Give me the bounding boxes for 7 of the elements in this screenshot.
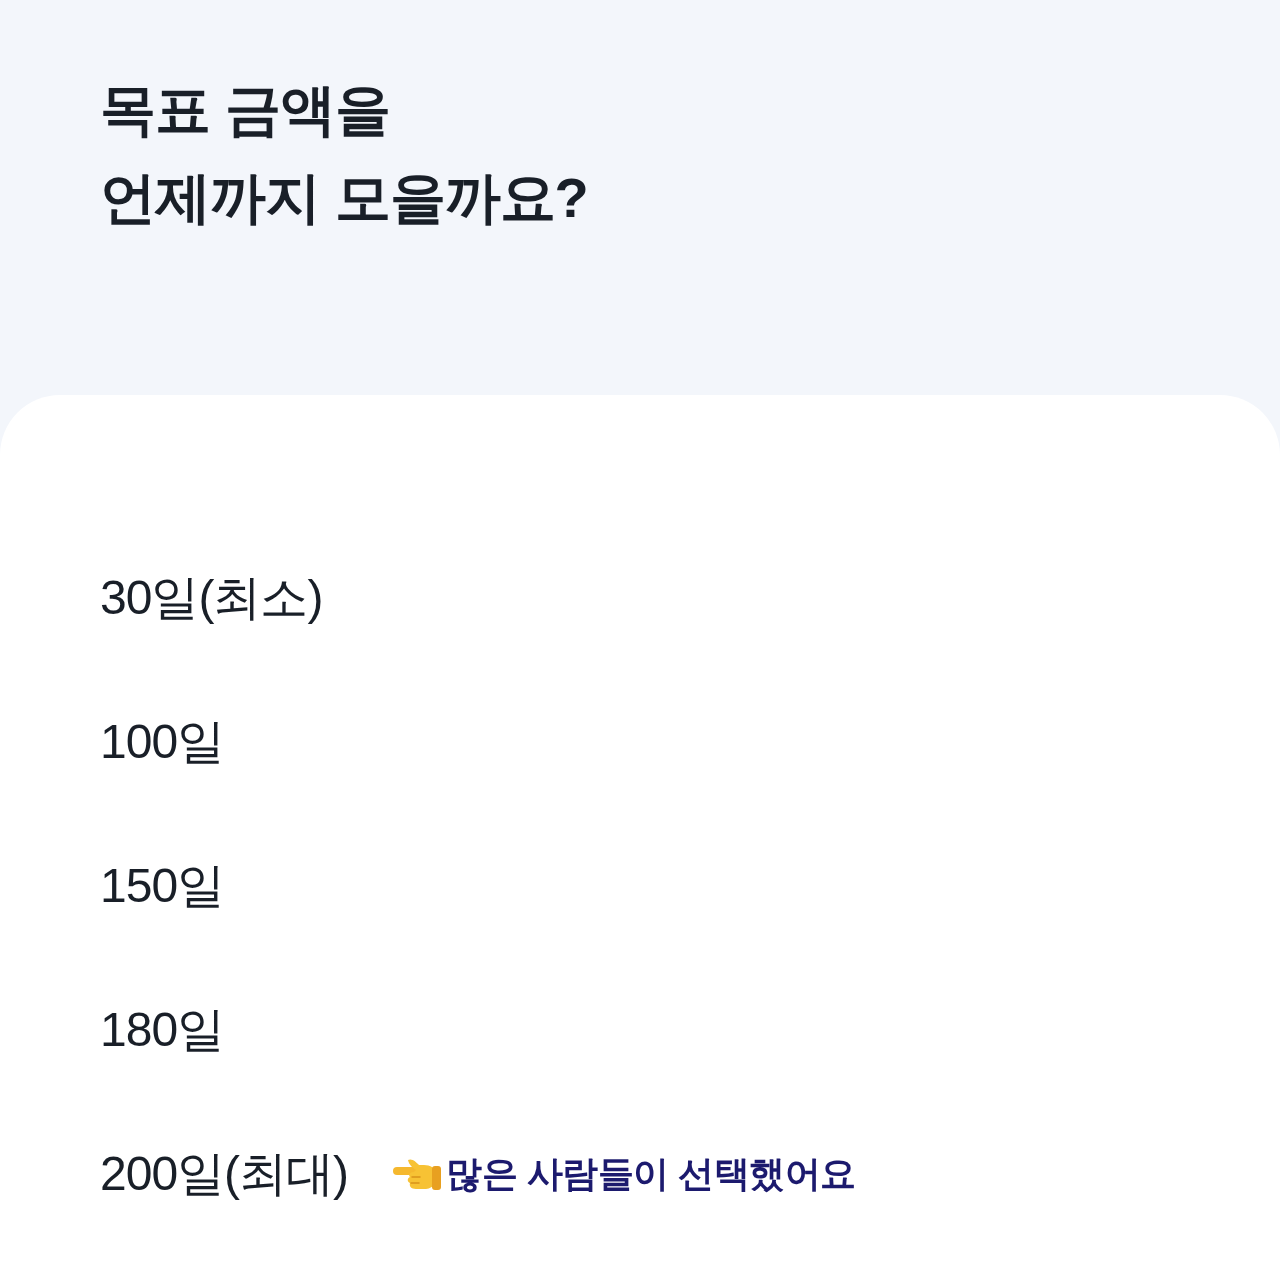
duration-option[interactable]: 200일(최대) bbox=[100, 1144, 349, 1204]
recommendation-note: 많은 사람들이 선택했어요 bbox=[446, 1152, 856, 1196]
page-title: 목표 금액을 언제까지 모을까요? bbox=[100, 77, 589, 231]
duration-option[interactable]: 30일(최소) bbox=[100, 568, 323, 628]
duration-option[interactable]: 100일 bbox=[100, 712, 225, 772]
duration-option[interactable]: 180일 bbox=[100, 1000, 225, 1060]
duration-option[interactable]: 150일 bbox=[100, 856, 225, 916]
